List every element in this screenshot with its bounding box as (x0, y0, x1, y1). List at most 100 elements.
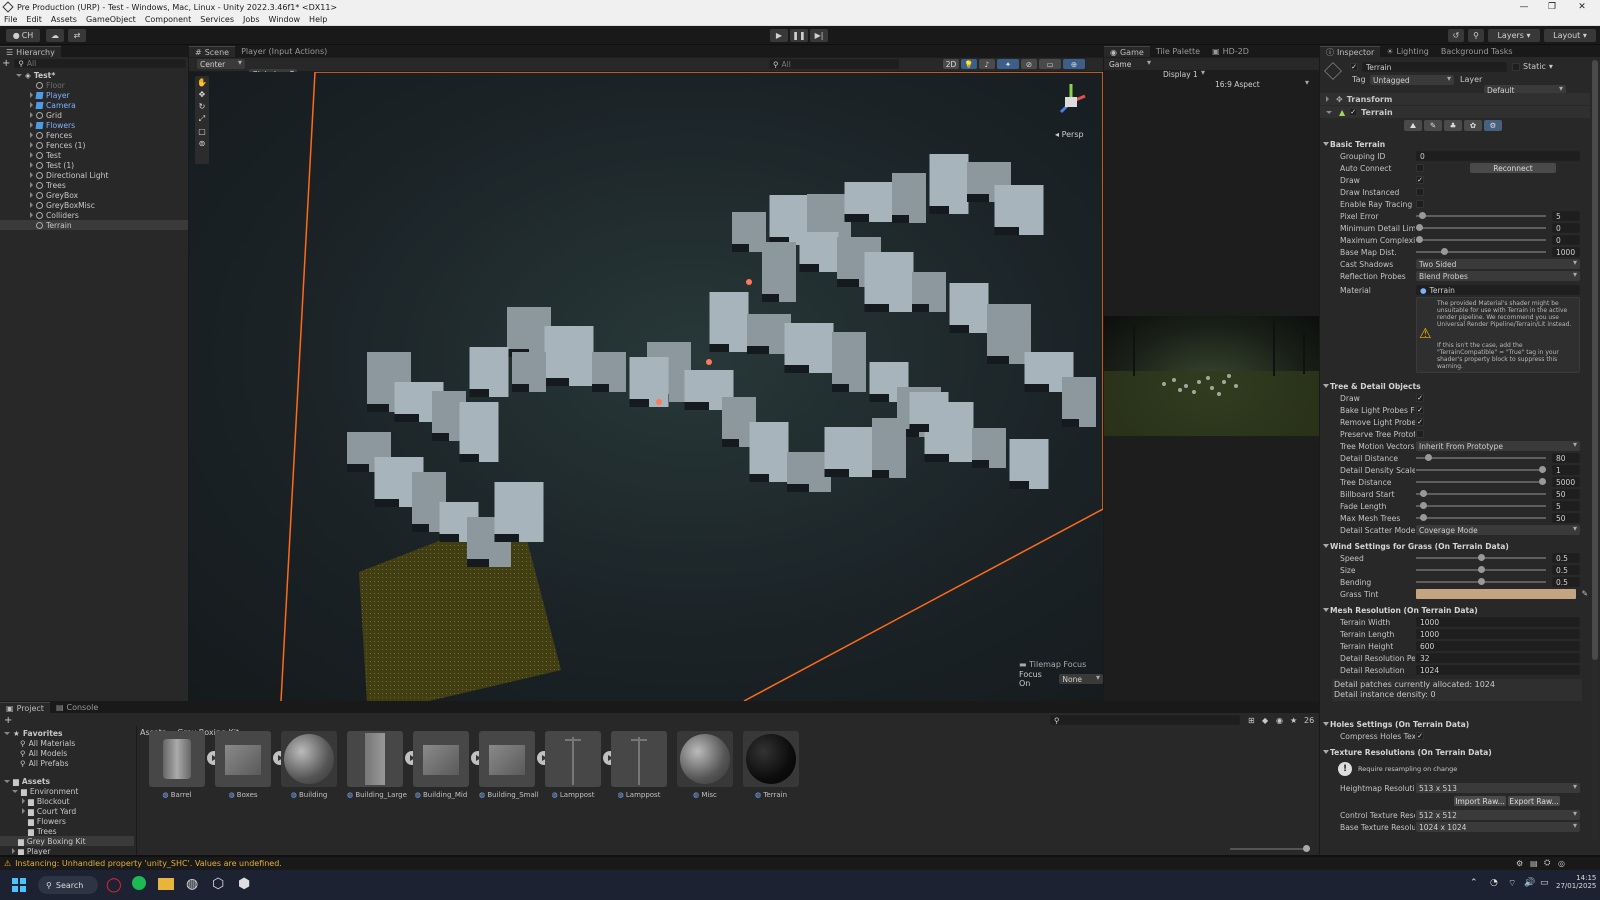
expand-icon[interactable] (30, 92, 33, 98)
control-texture-dropdown[interactable]: 512 x 512 (1416, 809, 1580, 820)
asset-item[interactable]: ◍ Misc (677, 731, 733, 801)
detail-resolution-field[interactable]: 1024 (1416, 665, 1580, 675)
hierarchy-item[interactable]: Flowers (0, 120, 188, 130)
expand-icon[interactable] (30, 162, 33, 168)
favorites-item[interactable]: ★ Favorites (0, 728, 134, 738)
spotify-icon[interactable] (132, 876, 146, 890)
progress-icon[interactable]: ▤ (1530, 859, 1538, 868)
asset-item[interactable]: ◍ Lamppost (611, 731, 667, 801)
account-button[interactable]: ● CH (6, 29, 40, 42)
hierarchy-item[interactable]: Test (0, 150, 188, 160)
aspect-dropdown[interactable]: 16:9 Aspect (1212, 78, 1312, 89)
asset-item[interactable]: ◍ Building (281, 731, 337, 801)
cloud-button[interactable]: ☁ (46, 29, 64, 42)
reconnect-button[interactable]: Reconnect (1470, 163, 1556, 173)
close-icon[interactable]: ✕ (1568, 0, 1596, 14)
tree-draw-checkbox[interactable]: ✓ (1416, 394, 1424, 402)
menu-jobs[interactable]: Jobs (243, 15, 260, 24)
hierarchy-item[interactable]: Trees (0, 180, 188, 190)
fade-length-field[interactable]: 5 (1552, 501, 1580, 511)
material-field[interactable]: ● Terrain (1416, 285, 1580, 295)
max-complexity-field[interactable]: 0 (1552, 235, 1580, 245)
hierarchy-item[interactable]: Floor (0, 80, 188, 90)
preserve-tree-checkbox[interactable] (1416, 430, 1424, 438)
lighting-toggle[interactable]: 💡 (961, 59, 977, 69)
asset-item[interactable]: ◍ Building_Small (479, 731, 551, 801)
search-button[interactable]: ⚲ (1468, 29, 1484, 42)
menu-file[interactable]: File (4, 15, 17, 24)
menu-assets[interactable]: Assets (51, 15, 77, 24)
paint-trees-button[interactable]: ♣ (1444, 120, 1462, 131)
expand-icon[interactable] (30, 122, 33, 128)
folder-trees[interactable]: ▆ Trees (0, 826, 134, 836)
section-texture-resolutions[interactable]: Texture Resolutions (On Terrain Data) (1320, 746, 1590, 758)
expand-icon[interactable] (30, 132, 33, 138)
tab-lighting[interactable]: ☀ Lighting (1380, 46, 1435, 57)
draw-instanced-checkbox[interactable] (1416, 188, 1424, 196)
auto-connect-checkbox[interactable] (1416, 164, 1424, 172)
rect-tool-icon[interactable]: ▢ (198, 127, 206, 136)
fav-all-materials[interactable]: ⚲ All Materials (0, 738, 134, 748)
hierarchy-item[interactable]: Directional Light (0, 170, 188, 180)
windows-start-icon[interactable] (12, 878, 26, 892)
collab-button[interactable]: ⇄ (68, 29, 86, 42)
taskbar-search[interactable]: ⚲ Search (38, 876, 98, 894)
grass-tint-swatch[interactable] (1416, 589, 1576, 599)
tab-project[interactable]: ▣ Project (0, 702, 50, 713)
unity-editor-icon[interactable]: ⬢ (238, 876, 250, 892)
export-raw-button[interactable]: Export Raw... (1508, 796, 1560, 806)
network-icon[interactable]: ⛭ (1544, 858, 1550, 868)
clock[interactable]: 14:15 27/01/2025 (1556, 874, 1596, 890)
hierarchy-item[interactable]: Fences (1) (0, 140, 188, 150)
expand-icon[interactable] (30, 212, 33, 218)
maximize-icon[interactable]: ❐ (1538, 0, 1566, 14)
terrain-height-field[interactable]: 600 (1416, 641, 1580, 651)
focus-on-dropdown[interactable]: None (1059, 673, 1103, 684)
camera-settings-dropdown[interactable]: ▭ (1039, 59, 1061, 69)
hierarchy-item[interactable]: GreyBox (0, 190, 188, 200)
hierarchy-item[interactable]: Fences (0, 130, 188, 140)
wind-speed-slider[interactable]: 0.5 (1416, 553, 1580, 563)
pixel-error-field[interactable]: 5 (1552, 211, 1580, 221)
wind-size-slider[interactable]: 0.5 (1416, 565, 1580, 575)
hierarchy-item[interactable]: Colliders (0, 210, 188, 220)
tray-chevron-icon[interactable]: ⌃ (1470, 878, 1478, 888)
tab-hd2d[interactable]: ▣ HD-2D (1206, 46, 1255, 57)
menu-window[interactable]: Window (269, 15, 301, 24)
audio-toggle[interactable]: ♪ (979, 59, 995, 69)
paint-terrain-button[interactable]: ✎ (1424, 120, 1442, 131)
cast-shadows-dropdown[interactable]: Two Sided (1416, 258, 1580, 269)
expand-icon[interactable] (30, 182, 33, 188)
scene-viewport[interactable]: ◂ Persp ✋ ✥ ↻ ⤢ ▢ ⊚ ▬ Tilemap Focus Focu… (189, 72, 1103, 701)
folder-flowers[interactable]: ▆ Flowers (0, 816, 134, 826)
favorite-icon[interactable]: ★ (1290, 716, 1297, 725)
folder-grey-boxing-kit[interactable]: ▆ Grey Boxing Kit (0, 836, 134, 846)
transform-tool-icon[interactable]: ⊚ (199, 139, 206, 148)
detail-distance-slider[interactable]: 80 (1416, 453, 1580, 463)
terrain-component-header[interactable]: ▲ ✓ Terrain (1320, 106, 1590, 118)
density-scale-slider[interactable]: 1 (1416, 465, 1580, 475)
active-checkbox[interactable]: ✓ (1350, 63, 1358, 71)
persp-label[interactable]: ◂ Persp (1055, 130, 1084, 139)
base-texture-dropdown[interactable]: 1024 x 1024 (1416, 821, 1580, 832)
visibility-icon[interactable]: ◉ (1276, 716, 1283, 725)
compress-holes-checkbox[interactable]: ✓ (1416, 732, 1424, 740)
asset-item[interactable]: ◍ Boxes (215, 731, 287, 801)
opera-icon[interactable]: ◯ (106, 877, 122, 893)
scene-search-input[interactable]: ⚲ All (769, 59, 899, 69)
pause-button[interactable]: ❚❚ (790, 29, 808, 42)
scene-root[interactable]: ◈ Test* (0, 70, 188, 80)
import-raw-button[interactable]: Import Raw... (1454, 796, 1506, 806)
add-icon[interactable]: + (2, 58, 10, 69)
rotate-tool-icon[interactable]: ↻ (199, 102, 206, 111)
ray-tracing-checkbox[interactable] (1416, 200, 1424, 208)
max-mesh-trees-slider[interactable]: 50 (1416, 513, 1580, 523)
tab-inspector[interactable]: ⓘ Inspector (1320, 46, 1381, 57)
layers-dropdown[interactable]: Layers ▾ (1488, 29, 1540, 42)
fade-length-slider[interactable]: 5 (1416, 501, 1580, 511)
toggle-2d-button[interactable]: 2D (943, 59, 959, 69)
grouping-id-field[interactable]: 0 (1416, 151, 1580, 161)
hierarchy-item[interactable]: GreyBoxMisc (0, 200, 188, 210)
menu-component[interactable]: Component (145, 15, 191, 24)
hierarchy-item[interactable]: Terrain (0, 220, 188, 230)
